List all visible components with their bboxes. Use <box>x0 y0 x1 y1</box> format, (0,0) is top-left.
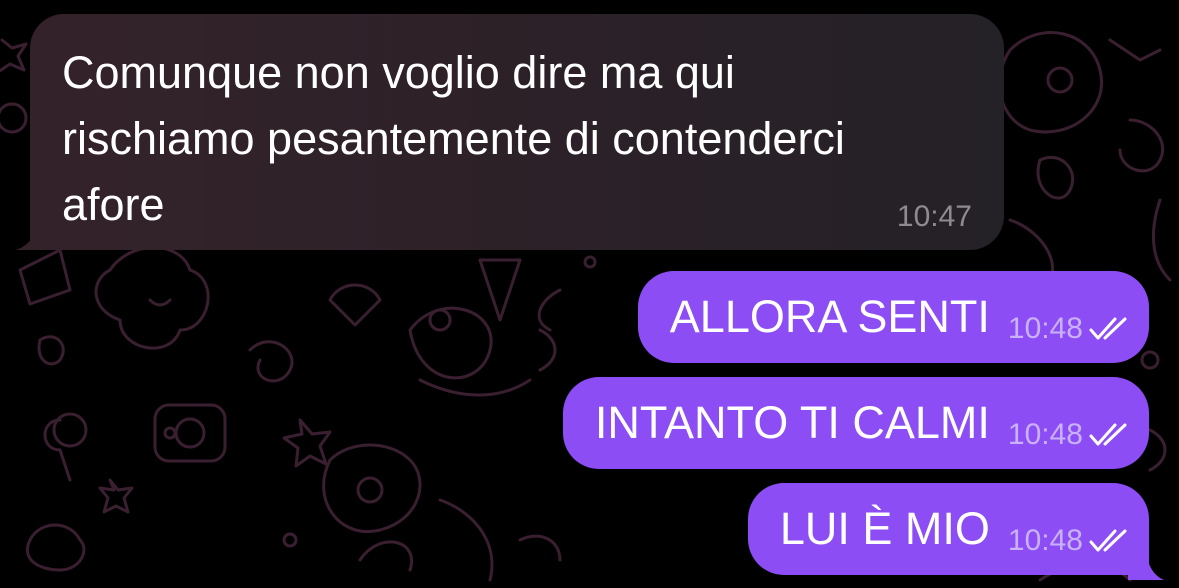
message-text: LUI È MIO <box>779 503 990 554</box>
message-time: 10:48 <box>1007 524 1083 557</box>
double-check-icon <box>1089 529 1127 552</box>
message-text: Comunque non voglio dire ma qui rischiam… <box>62 47 845 230</box>
incoming-bubble-tail <box>16 222 56 250</box>
double-check-icon <box>1089 317 1127 340</box>
outgoing-message-bubble[interactable]: INTANTO TI CALMI 10:48 <box>562 377 1149 469</box>
message-text: INTANTO TI CALMI <box>594 397 990 448</box>
outgoing-message-bubble[interactable]: ALLORA SENTI 10:48 <box>637 271 1149 363</box>
message-time: 10:48 <box>1007 418 1083 451</box>
message-time: 10:47 <box>896 200 972 233</box>
message-time: 10:48 <box>1007 312 1083 345</box>
incoming-message-bubble[interactable]: Comunque non voglio dire ma qui rischiam… <box>30 14 1004 250</box>
double-check-icon <box>1089 423 1127 446</box>
outgoing-message-bubble[interactable]: LUI È MIO 10:48 <box>747 483 1149 575</box>
outgoing-bubble-tail <box>1128 552 1164 580</box>
message-text: ALLORA SENTI <box>669 291 990 342</box>
